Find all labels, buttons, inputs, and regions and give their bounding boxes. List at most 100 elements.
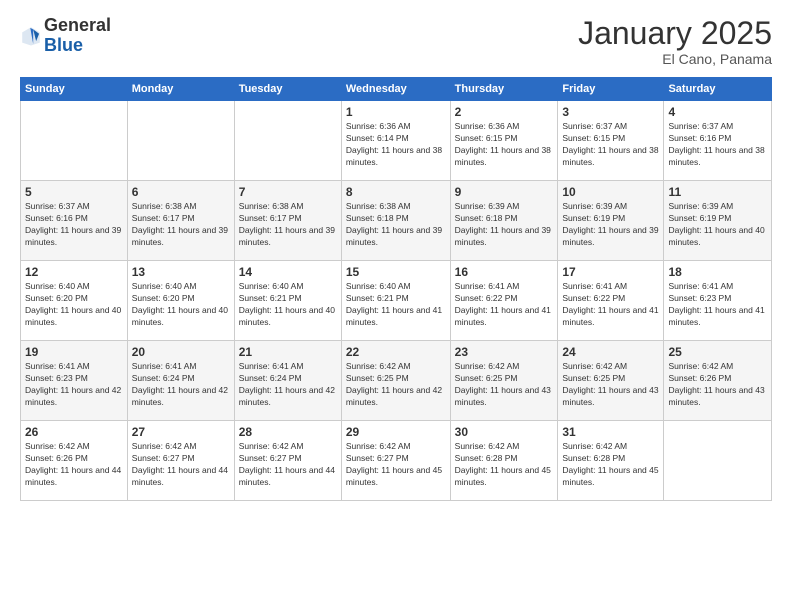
calendar-cell: 22 Sunrise: 6:42 AM Sunset: 6:25 PM Dayli… <box>341 341 450 421</box>
day-info: Sunrise: 6:37 AM Sunset: 6:16 PM Dayligh… <box>668 121 767 169</box>
day-number: 14 <box>239 265 337 279</box>
day-number: 15 <box>346 265 446 279</box>
calendar-cell: 2 Sunrise: 6:36 AM Sunset: 6:15 PM Daylig… <box>450 101 558 181</box>
calendar-cell: 7 Sunrise: 6:38 AM Sunset: 6:17 PM Daylig… <box>234 181 341 261</box>
day-info: Sunrise: 6:42 AM Sunset: 6:25 PM Dayligh… <box>455 361 554 409</box>
day-number: 28 <box>239 425 337 439</box>
calendar-header-saturday: Saturday <box>664 78 772 101</box>
title-block: January 2025 El Cano, Panama <box>578 16 772 67</box>
calendar-cell: 16 Sunrise: 6:41 AM Sunset: 6:22 PM Dayli… <box>450 261 558 341</box>
day-info: Sunrise: 6:41 AM Sunset: 6:24 PM Dayligh… <box>239 361 337 409</box>
day-info: Sunrise: 6:42 AM Sunset: 6:27 PM Dayligh… <box>132 441 230 489</box>
day-number: 13 <box>132 265 230 279</box>
calendar-header-tuesday: Tuesday <box>234 78 341 101</box>
day-info: Sunrise: 6:38 AM Sunset: 6:17 PM Dayligh… <box>239 201 337 249</box>
day-number: 17 <box>562 265 659 279</box>
logo-general-text: General <box>44 15 111 35</box>
calendar-week-1: 1 Sunrise: 6:36 AM Sunset: 6:14 PM Daylig… <box>21 101 772 181</box>
day-info: Sunrise: 6:42 AM Sunset: 6:26 PM Dayligh… <box>25 441 123 489</box>
logo: General Blue <box>20 16 111 56</box>
calendar-week-3: 12Sunrise: 6:40 AM Sunset: 6:20 PM Dayli… <box>21 261 772 341</box>
day-number: 4 <box>668 105 767 119</box>
day-number: 21 <box>239 345 337 359</box>
location-subtitle: El Cano, Panama <box>578 51 772 67</box>
day-info: Sunrise: 6:42 AM Sunset: 6:26 PM Dayligh… <box>668 361 767 409</box>
day-number: 10 <box>562 185 659 199</box>
calendar-cell: 26Sunrise: 6:42 AM Sunset: 6:26 PM Dayli… <box>21 421 128 501</box>
day-info: Sunrise: 6:42 AM Sunset: 6:25 PM Dayligh… <box>562 361 659 409</box>
day-number: 24 <box>562 345 659 359</box>
calendar-cell: 29 Sunrise: 6:42 AM Sunset: 6:27 PM Dayli… <box>341 421 450 501</box>
calendar-week-2: 5 Sunrise: 6:37 AM Sunset: 6:16 PM Daylig… <box>21 181 772 261</box>
day-info: Sunrise: 6:39 AM Sunset: 6:19 PM Dayligh… <box>562 201 659 249</box>
day-number: 30 <box>455 425 554 439</box>
day-number: 20 <box>132 345 230 359</box>
day-info: Sunrise: 6:39 AM Sunset: 6:18 PM Dayligh… <box>455 201 554 249</box>
day-info: Sunrise: 6:41 AM Sunset: 6:22 PM Dayligh… <box>562 281 659 329</box>
calendar-cell: 23Sunrise: 6:42 AM Sunset: 6:25 PM Dayli… <box>450 341 558 421</box>
day-number: 3 <box>562 105 659 119</box>
logo-icon <box>20 25 42 47</box>
calendar-header-row: SundayMondayTuesdayWednesdayThursdayFrid… <box>21 78 772 101</box>
calendar-cell: 13Sunrise: 6:40 AM Sunset: 6:20 PM Dayli… <box>127 261 234 341</box>
calendar-cell <box>21 101 128 181</box>
day-info: Sunrise: 6:42 AM Sunset: 6:25 PM Dayligh… <box>346 361 446 409</box>
day-info: Sunrise: 6:41 AM Sunset: 6:23 PM Dayligh… <box>25 361 123 409</box>
day-info: Sunrise: 6:37 AM Sunset: 6:16 PM Dayligh… <box>25 201 123 249</box>
calendar-cell: 31 Sunrise: 6:42 AM Sunset: 6:28 PM Dayli… <box>558 421 664 501</box>
day-number: 31 <box>562 425 659 439</box>
day-number: 22 <box>346 345 446 359</box>
day-info: Sunrise: 6:41 AM Sunset: 6:24 PM Dayligh… <box>132 361 230 409</box>
day-info: Sunrise: 6:41 AM Sunset: 6:22 PM Dayligh… <box>455 281 554 329</box>
calendar-cell: 5 Sunrise: 6:37 AM Sunset: 6:16 PM Daylig… <box>21 181 128 261</box>
day-info: Sunrise: 6:42 AM Sunset: 6:28 PM Dayligh… <box>562 441 659 489</box>
calendar-cell: 8Sunrise: 6:38 AM Sunset: 6:18 PM Daylig… <box>341 181 450 261</box>
day-info: Sunrise: 6:36 AM Sunset: 6:15 PM Dayligh… <box>455 121 554 169</box>
day-number: 12 <box>25 265 123 279</box>
day-number: 11 <box>668 185 767 199</box>
day-number: 7 <box>239 185 337 199</box>
day-number: 1 <box>346 105 446 119</box>
calendar-cell: 3 Sunrise: 6:37 AM Sunset: 6:15 PM Daylig… <box>558 101 664 181</box>
day-info: Sunrise: 6:39 AM Sunset: 6:19 PM Dayligh… <box>668 201 767 249</box>
calendar-cell: 14 Sunrise: 6:40 AM Sunset: 6:21 PM Dayli… <box>234 261 341 341</box>
calendar-header-thursday: Thursday <box>450 78 558 101</box>
day-number: 2 <box>455 105 554 119</box>
day-info: Sunrise: 6:42 AM Sunset: 6:28 PM Dayligh… <box>455 441 554 489</box>
day-info: Sunrise: 6:41 AM Sunset: 6:23 PM Dayligh… <box>668 281 767 329</box>
day-info: Sunrise: 6:40 AM Sunset: 6:21 PM Dayligh… <box>346 281 446 329</box>
day-number: 5 <box>25 185 123 199</box>
day-info: Sunrise: 6:38 AM Sunset: 6:17 PM Dayligh… <box>132 201 230 249</box>
calendar-cell: 6 Sunrise: 6:38 AM Sunset: 6:17 PM Daylig… <box>127 181 234 261</box>
calendar-cell: 28Sunrise: 6:42 AM Sunset: 6:27 PM Dayli… <box>234 421 341 501</box>
calendar-cell: 12Sunrise: 6:40 AM Sunset: 6:20 PM Dayli… <box>21 261 128 341</box>
day-number: 6 <box>132 185 230 199</box>
calendar-header-friday: Friday <box>558 78 664 101</box>
calendar-cell: 9Sunrise: 6:39 AM Sunset: 6:18 PM Daylig… <box>450 181 558 261</box>
calendar-cell: 17 Sunrise: 6:41 AM Sunset: 6:22 PM Dayli… <box>558 261 664 341</box>
day-info: Sunrise: 6:37 AM Sunset: 6:15 PM Dayligh… <box>562 121 659 169</box>
calendar-cell: 18Sunrise: 6:41 AM Sunset: 6:23 PM Dayli… <box>664 261 772 341</box>
calendar-cell: 25Sunrise: 6:42 AM Sunset: 6:26 PM Dayli… <box>664 341 772 421</box>
calendar-cell: 4 Sunrise: 6:37 AM Sunset: 6:16 PM Daylig… <box>664 101 772 181</box>
calendar-cell <box>664 421 772 501</box>
day-number: 19 <box>25 345 123 359</box>
calendar-header-wednesday: Wednesday <box>341 78 450 101</box>
calendar-cell: 11 Sunrise: 6:39 AM Sunset: 6:19 PM Dayli… <box>664 181 772 261</box>
day-number: 27 <box>132 425 230 439</box>
day-info: Sunrise: 6:42 AM Sunset: 6:27 PM Dayligh… <box>346 441 446 489</box>
calendar-cell: 20 Sunrise: 6:41 AM Sunset: 6:24 PM Dayli… <box>127 341 234 421</box>
calendar-cell: 10 Sunrise: 6:39 AM Sunset: 6:19 PM Dayli… <box>558 181 664 261</box>
calendar-cell: 21 Sunrise: 6:41 AM Sunset: 6:24 PM Dayli… <box>234 341 341 421</box>
calendar-table: SundayMondayTuesdayWednesdayThursdayFrid… <box>20 77 772 501</box>
day-info: Sunrise: 6:36 AM Sunset: 6:14 PM Dayligh… <box>346 121 446 169</box>
day-info: Sunrise: 6:38 AM Sunset: 6:18 PM Dayligh… <box>346 201 446 249</box>
day-info: Sunrise: 6:40 AM Sunset: 6:21 PM Dayligh… <box>239 281 337 329</box>
header: General Blue January 2025 El Cano, Panam… <box>20 16 772 67</box>
day-number: 16 <box>455 265 554 279</box>
calendar-week-4: 19 Sunrise: 6:41 AM Sunset: 6:23 PM Dayli… <box>21 341 772 421</box>
month-title: January 2025 <box>578 16 772 51</box>
calendar-cell <box>234 101 341 181</box>
calendar-cell: 30 Sunrise: 6:42 AM Sunset: 6:28 PM Dayli… <box>450 421 558 501</box>
day-number: 29 <box>346 425 446 439</box>
